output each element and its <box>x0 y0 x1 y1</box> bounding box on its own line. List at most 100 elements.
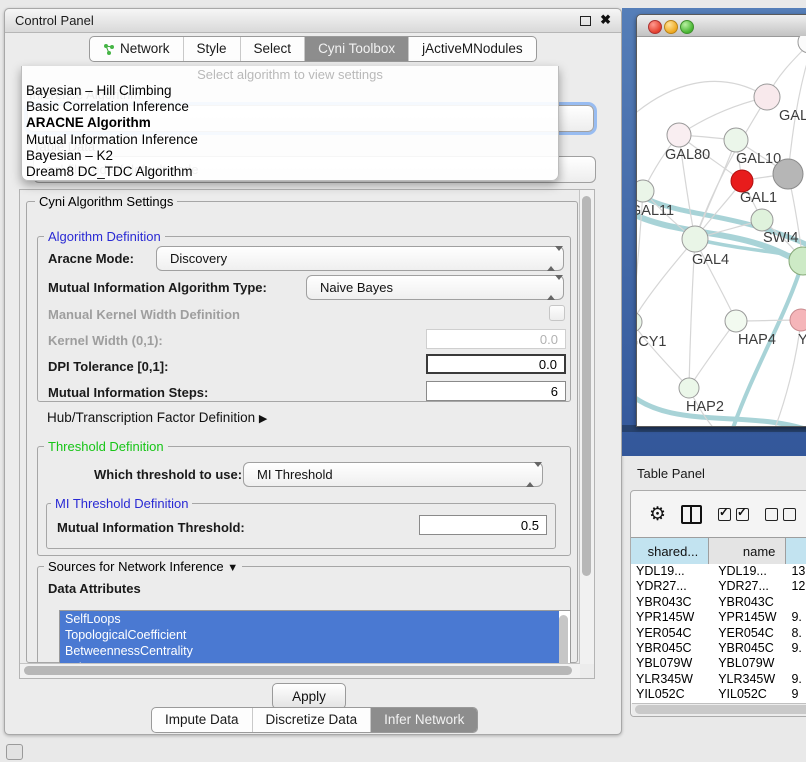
columns-icon[interactable] <box>681 505 702 524</box>
network-node[interactable] <box>773 159 803 189</box>
network-node-y[interactable] <box>790 309 806 331</box>
network-node-gal80[interactable] <box>667 123 691 147</box>
sources-legend-text: Sources for Network Inference <box>48 559 224 574</box>
collapsed-panel-icon[interactable] <box>6 744 23 760</box>
table-row[interactable]: YER054CYER054C8. <box>631 626 806 641</box>
table-cell <box>786 595 806 610</box>
unchecked-boxes-icon[interactable] <box>765 508 796 521</box>
settings-scroll-panel: Cyni Algorithm Settings Algorithm Defini… <box>19 189 595 679</box>
tab-label: Cyni Toolbox <box>318 37 395 61</box>
minimize-traffic-light[interactable] <box>664 20 678 34</box>
algorithm-option[interactable]: Basic Correlation Inference <box>22 99 558 115</box>
table-column-header[interactable]: shared... <box>631 538 709 564</box>
table-row[interactable]: YIL052CYIL052C9 <box>631 687 806 702</box>
data-attribute-item[interactable]: SelfLoops <box>60 611 559 627</box>
table-row[interactable]: YLR345WYLR345W9. <box>631 672 806 687</box>
dpi-tolerance-field[interactable]: 0.0 <box>426 354 566 374</box>
tab-label: Infer Network <box>384 708 464 732</box>
network-node-swi4[interactable] <box>751 209 773 231</box>
manual-kernel-checkbox[interactable] <box>549 305 565 321</box>
network-node-label: GAL11 <box>637 203 674 219</box>
tab-label: Discretize Data <box>266 708 358 732</box>
tab-network[interactable]: Network <box>90 37 184 61</box>
network-node-gal11[interactable] <box>637 180 654 202</box>
float-window-icon[interactable] <box>580 16 591 26</box>
network-node-gal4[interactable] <box>682 226 708 252</box>
zoom-traffic-light[interactable] <box>680 20 694 34</box>
table-cell: YLR345W <box>631 672 709 687</box>
tab-label: jActiveMNodules <box>422 37 523 61</box>
mi-threshold-group: MI Threshold Definition Mutual Informati… <box>46 503 556 549</box>
network-canvas[interactable]: GALGAL80GAL10GAL1GAL11SWI4GAL4GCY1HAP4YH… <box>637 36 806 426</box>
manual-kernel-label: Manual Kernel Width Definition <box>48 307 240 322</box>
network-node-hap2[interactable] <box>679 378 699 398</box>
network-window-titlebar[interactable] <box>637 15 806 37</box>
cyni-settings-legend: Cyni Algorithm Settings <box>35 194 177 209</box>
table-column-header[interactable]: name <box>709 538 786 564</box>
hub-definition-expander[interactable]: Hub/Transcription Factor Definition ▶ <box>47 410 267 425</box>
table-horizontal-scrollbar[interactable] <box>632 703 806 716</box>
network-edge[interactable] <box>637 239 695 322</box>
sources-legend[interactable]: Sources for Network Inference ▼ <box>44 559 242 574</box>
tab-style[interactable]: Style <box>184 37 241 61</box>
table-panel-title: Table Panel <box>637 466 705 481</box>
bottom-tab-infer-network[interactable]: Infer Network <box>371 708 477 732</box>
control-panel-titlebar: Control Panel ✖ <box>5 9 621 33</box>
tab-jactivemnodules[interactable]: jActiveMNodules <box>409 37 536 61</box>
bottom-tab-impute-data[interactable]: Impute Data <box>152 708 253 732</box>
network-node-gal1[interactable] <box>731 170 753 192</box>
close-icon[interactable]: ✖ <box>600 12 611 28</box>
network-edge[interactable] <box>637 81 767 116</box>
which-threshold-combo[interactable]: MI Threshold <box>243 462 543 487</box>
attribute-list-scrollbar[interactable] <box>559 615 568 669</box>
network-edge[interactable] <box>689 321 736 388</box>
data-attribute-item[interactable]: BetweennessCentrality <box>60 643 559 659</box>
table-cell: YIL052C <box>631 687 709 702</box>
table-row[interactable]: YBL079WYBL079W <box>631 656 806 671</box>
expander-down-icon: ▼ <box>227 562 238 574</box>
mi-type-value: Naive Bayes <box>320 280 393 295</box>
network-node-hap4[interactable] <box>725 310 747 332</box>
network-edge[interactable] <box>679 97 767 135</box>
table-cell: YBR043C <box>631 595 709 610</box>
settings-horizontal-scrollbar[interactable] <box>20 663 580 678</box>
table-row[interactable]: YBR045CYBR045C9. <box>631 641 806 656</box>
network-node[interactable] <box>798 36 806 53</box>
network-node-gal[interactable] <box>754 84 780 110</box>
table-cell: YPR145W <box>709 610 786 625</box>
mi-type-combo[interactable]: Naive Bayes <box>306 275 564 300</box>
network-node-label: HAP2 <box>686 399 724 415</box>
table-cell: 13 <box>786 564 806 579</box>
mi-steps-field[interactable]: 6 <box>426 381 566 401</box>
bottom-tab-discretize-data[interactable]: Discretize Data <box>253 708 372 732</box>
apply-button[interactable]: Apply <box>272 683 346 709</box>
network-node-gcy1[interactable] <box>637 312 642 332</box>
close-traffic-light[interactable] <box>648 20 662 34</box>
algorithm-dropdown-popup: Select algorithm to view settings Bayesi… <box>21 66 559 181</box>
gear-icon[interactable]: ⚙ <box>649 503 666 526</box>
tab-select[interactable]: Select <box>241 37 306 61</box>
network-node[interactable] <box>789 247 806 275</box>
table-column-header[interactable]: A <box>786 538 806 564</box>
table-row[interactable]: YDL19...YDL19...13 <box>631 564 806 579</box>
algorithm-option[interactable]: ARACNE Algorithm <box>22 115 558 131</box>
network-node-gal10[interactable] <box>724 128 748 152</box>
algorithm-option[interactable]: Dream8 DC_TDC Algorithm <box>22 164 558 180</box>
aracne-mode-combo[interactable]: Discovery <box>156 246 564 271</box>
data-attribute-item[interactable]: TopologicalCoefficient <box>60 627 559 643</box>
table-row[interactable]: YPR145WYPR145W9. <box>631 610 806 625</box>
mi-threshold-field[interactable]: 0.5 <box>419 515 547 535</box>
algorithm-option[interactable]: Bayesian – K2 <box>22 148 558 164</box>
algorithm-option[interactable]: Bayesian – Hill Climbing <box>22 83 558 99</box>
table-cell: YPR145W <box>631 610 709 625</box>
table-row[interactable]: YBR043CYBR043C <box>631 595 806 610</box>
kernel-width-field[interactable]: 0.0 <box>426 329 566 349</box>
mi-threshold-label: Mutual Information Threshold: <box>57 520 245 535</box>
network-edge[interactable] <box>637 322 689 388</box>
algorithm-option[interactable]: Mutual Information Inference <box>22 132 558 148</box>
tab-cyni-toolbox[interactable]: Cyni Toolbox <box>305 37 409 61</box>
settings-vertical-scrollbar[interactable] <box>579 190 594 664</box>
checked-boxes-icon[interactable] <box>718 508 749 521</box>
table-row[interactable]: YDR27...YDR27...12 <box>631 579 806 594</box>
network-node-label: GAL1 <box>740 190 777 206</box>
